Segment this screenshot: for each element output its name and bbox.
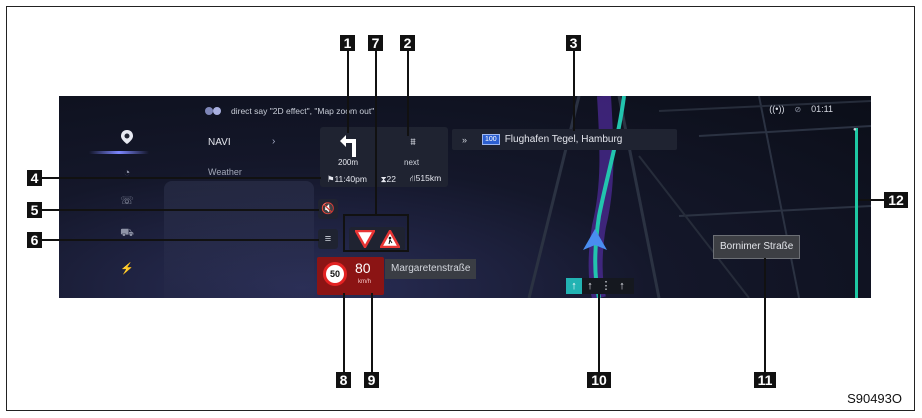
menu-button[interactable]: ≡ <box>318 229 338 249</box>
motorway-icon: ⩩ <box>410 137 416 148</box>
charging-plug-icon[interactable]: ⚡ <box>117 259 137 279</box>
sidebar-item-navi[interactable]: NAVI <box>208 137 231 148</box>
lane-straight-arrow-icon: ↑ <box>566 278 582 294</box>
mute-guidance-button[interactable]: 🔇 <box>318 199 338 219</box>
status-bar: ((•)) ⊘ 01:11 <box>769 104 833 114</box>
leader-2 <box>407 51 409 136</box>
leader-1 <box>347 51 349 133</box>
current-speed: 80 <box>355 260 371 276</box>
destination-prefix: » <box>462 134 468 145</box>
menu-icon: ≡ <box>324 233 332 245</box>
current-street: Margaretenstraße <box>385 259 477 279</box>
callout-4: 4 <box>27 170 42 186</box>
leader-5 <box>42 209 319 211</box>
time-remaining: ⧗22 <box>380 173 396 184</box>
callout-5: 5 <box>27 202 42 218</box>
route-info: ⚑11:40pm ⧗22 ⛙515km <box>320 171 448 187</box>
destination-text: Flughafen Tegel, Hamburg <box>504 134 623 145</box>
maneuver-distance: 200m <box>338 158 359 167</box>
lane-straight-arrow-icon: ⋮ <box>600 280 612 292</box>
chevron-right-icon[interactable]: › <box>272 136 275 147</box>
callout-6: 6 <box>27 232 42 248</box>
leader-8 <box>343 293 345 372</box>
sidebar-item-weather[interactable]: Weather <box>208 167 242 177</box>
weather-icon[interactable]: ◔ <box>117 163 137 183</box>
speed-panel: 50 80 km/h <box>317 257 384 295</box>
warning-highlight-box <box>343 214 409 252</box>
callout-1: 1 <box>340 35 355 51</box>
callout-12: 12 <box>884 192 908 208</box>
navigation-pin-icon[interactable] <box>117 129 137 149</box>
leader-7 <box>375 51 377 214</box>
callout-8: 8 <box>336 372 351 388</box>
range-bar-top-marker: ● <box>853 127 857 133</box>
voice-hint-text: direct say "2D effect", "Map zoom out" <box>231 106 375 116</box>
wireless-signal-icon: ((•)) <box>769 104 785 114</box>
voice-hint: direct say "2D effect", "Map zoom out" <box>205 104 374 118</box>
lane-guidance: ↑ ↑ ⋮ ↑ <box>566 278 634 294</box>
street-label: Bornimer Straße <box>713 235 801 259</box>
mute-icon: ⊘ <box>794 104 802 114</box>
eta: ⚑11:40pm <box>326 173 367 184</box>
callout-10: 10 <box>587 372 611 388</box>
leader-12 <box>858 199 884 201</box>
leader-3 <box>573 51 575 131</box>
maneuver-next-label: next <box>404 158 420 167</box>
road-number-badge: 100 <box>482 134 500 145</box>
leader-9 <box>371 293 373 372</box>
speed-limit-sign: 50 <box>323 262 347 286</box>
leader-4 <box>42 177 321 179</box>
voice-assistant-icon <box>205 106 223 116</box>
lane-straight-arrow-icon: ↑ <box>619 280 625 292</box>
mute-guidance-icon: 🔇 <box>321 203 335 215</box>
lane-straight-arrow-icon: ↑ <box>587 280 593 292</box>
callout-11: 11 <box>754 372 776 388</box>
turn-left-arrow-icon <box>338 131 364 159</box>
infotainment-screen: direct say "2D effect", "Map zoom out" (… <box>59 96 871 298</box>
figure-code: S90493O <box>847 391 902 406</box>
active-indicator <box>89 151 149 154</box>
callout-3: 3 <box>566 35 581 51</box>
callout-9: 9 <box>364 372 379 388</box>
range-bar <box>855 128 858 298</box>
leader-6 <box>42 239 319 241</box>
destination-bar[interactable]: » 100 Flughafen Tegel, Hamburg <box>452 129 677 150</box>
callout-2: 2 <box>400 35 415 51</box>
leader-11 <box>764 258 766 372</box>
clock: 01:11 <box>811 104 833 114</box>
speed-unit: km/h <box>358 279 372 285</box>
leader-10 <box>598 294 600 372</box>
callout-7: 7 <box>368 35 383 51</box>
phone-icon[interactable]: ☏ <box>117 191 137 211</box>
distance-remaining: ⛙515km <box>409 173 442 183</box>
